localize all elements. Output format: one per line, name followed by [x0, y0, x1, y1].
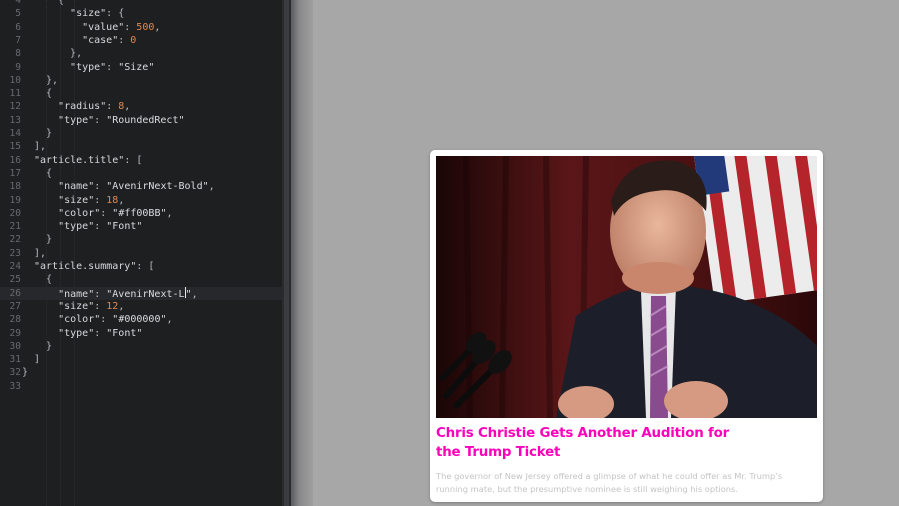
code-line[interactable]: 16 "article.title": [	[0, 154, 282, 167]
code-line[interactable]: 26 "name": "AvenirNext-L",	[0, 286, 282, 300]
code-text: }	[22, 367, 29, 379]
article-card[interactable]: Chris Christie Gets Another Audition for…	[430, 150, 823, 502]
line-number: 31	[9, 354, 21, 366]
code-line[interactable]: 6 "value": 500,	[0, 21, 282, 34]
code-text: "article.title": [	[34, 154, 143, 166]
line-number: 33	[9, 380, 21, 392]
code-line[interactable]: 12 "radius": 8,	[0, 100, 282, 113]
line-number: 22	[9, 234, 21, 246]
code-line[interactable]: 22 }	[0, 233, 282, 246]
line-number: 16	[9, 154, 21, 166]
line-number: 9	[15, 61, 21, 73]
line-number: 26	[9, 287, 21, 299]
editor-scrollbar-thumb[interactable]	[284, 0, 289, 506]
code-text: "case": 0	[82, 34, 137, 46]
line-number: 20	[9, 207, 21, 219]
line-number: 24	[9, 261, 21, 272]
code-line[interactable]: 10},	[0, 74, 282, 87]
article-title[interactable]: Chris Christie Gets Another Audition for…	[436, 424, 756, 462]
line-number: 11	[9, 88, 21, 100]
code-text: "type": "Size"	[70, 61, 155, 73]
code-line[interactable]: 31]	[0, 353, 282, 366]
line-number: 12	[9, 101, 21, 113]
code-text: },	[46, 74, 59, 86]
code-text: ],	[34, 247, 47, 259]
code-line[interactable]: 23],	[0, 247, 282, 260]
code-line[interactable]: 19 "size": 18,	[0, 194, 282, 207]
code-line[interactable]: 13 "type": "RoundedRect"	[0, 114, 282, 127]
code-text: },	[70, 48, 83, 60]
code-line[interactable]: 27 "size": 12,	[0, 300, 282, 313]
line-number: 27	[9, 300, 21, 312]
code-text: "name": "AvenirNext-Bold",	[58, 181, 215, 193]
code-text: "value": 500,	[82, 21, 161, 33]
line-number: 21	[9, 221, 21, 233]
line-number: 29	[9, 327, 21, 339]
code-text: "article.summary": [	[34, 261, 155, 272]
line-number: 19	[9, 194, 21, 206]
code-text: "color": "#ff00BB",	[58, 207, 173, 219]
line-number: 17	[9, 167, 21, 179]
code-line[interactable]: 11 {	[0, 87, 282, 100]
code-text: "type": "RoundedRect"	[58, 114, 185, 126]
code-line[interactable]: 15],	[0, 140, 282, 153]
code-text: }	[34, 234, 53, 246]
code-text: "name": "AvenirNext-L",	[58, 286, 198, 300]
code-line[interactable]: 8 },	[0, 47, 282, 60]
code-text: }	[34, 340, 53, 352]
code-text: ]	[34, 354, 41, 366]
line-number: 13	[9, 114, 21, 126]
code-line[interactable]: 4{	[0, 0, 282, 7]
line-number: 15	[9, 141, 21, 153]
split-divider[interactable]	[291, 0, 313, 506]
code-line[interactable]: 25 {	[0, 273, 282, 286]
code-text: "size": 18,	[58, 194, 125, 206]
code-text: "type": "Font"	[58, 327, 143, 339]
code-line[interactable]: 32}	[0, 366, 282, 379]
code-text: "radius": 8,	[58, 101, 131, 113]
code-text: }	[46, 128, 53, 139]
code-line[interactable]: 21 "type": "Font"	[0, 220, 282, 233]
code-line[interactable]: 30 }	[0, 340, 282, 353]
code-text: "color": "#000000",	[58, 314, 173, 326]
line-number: 28	[9, 314, 21, 326]
code-line[interactable]: 28 "color": "#000000",	[0, 313, 282, 326]
code-editor[interactable]: 4{5 "size": {6 "value": 500, 7 "case": 08…	[0, 0, 282, 506]
line-number: 7	[15, 34, 21, 46]
code-text: {	[46, 88, 53, 100]
line-number: 8	[15, 48, 21, 60]
line-number: 32	[9, 367, 21, 379]
code-text: {	[58, 0, 65, 6]
code-line[interactable]: 7 "case": 0	[0, 34, 282, 47]
code-line[interactable]: 29 "type": "Font"	[0, 327, 282, 340]
code-line[interactable]: 18 "name": "AvenirNext-Bold",	[0, 180, 282, 193]
news-photo-icon	[436, 156, 817, 418]
line-number: 14	[9, 128, 21, 139]
article-summary: The governor of New Jersey offered a gli…	[436, 471, 783, 494]
code-line[interactable]: 17 {	[0, 167, 282, 180]
line-number: 30	[9, 340, 21, 352]
code-line[interactable]: 5 "size": {	[0, 7, 282, 20]
line-number: 25	[9, 274, 21, 286]
code-line[interactable]: 33	[0, 380, 282, 393]
line-number: 18	[9, 181, 21, 193]
code-line[interactable]: 14}	[0, 127, 282, 140]
line-number: 5	[15, 8, 21, 20]
code-line[interactable]: 24 "article.summary": [	[0, 260, 282, 273]
code-text: {	[34, 167, 53, 179]
line-number: 6	[15, 21, 21, 33]
code-text: "size": {	[70, 8, 125, 20]
code-line[interactable]: 9 "type": "Size"	[0, 61, 282, 74]
code-text: "type": "Font"	[58, 221, 143, 233]
code-line[interactable]: 20 "color": "#ff00BB",	[0, 207, 282, 220]
code-text: {	[34, 274, 53, 286]
line-number: 23	[9, 247, 21, 259]
code-text: ],	[34, 141, 47, 153]
line-number: 10	[9, 74, 21, 86]
code-text: "size": 12,	[58, 300, 125, 312]
line-number: 4	[15, 0, 21, 6]
